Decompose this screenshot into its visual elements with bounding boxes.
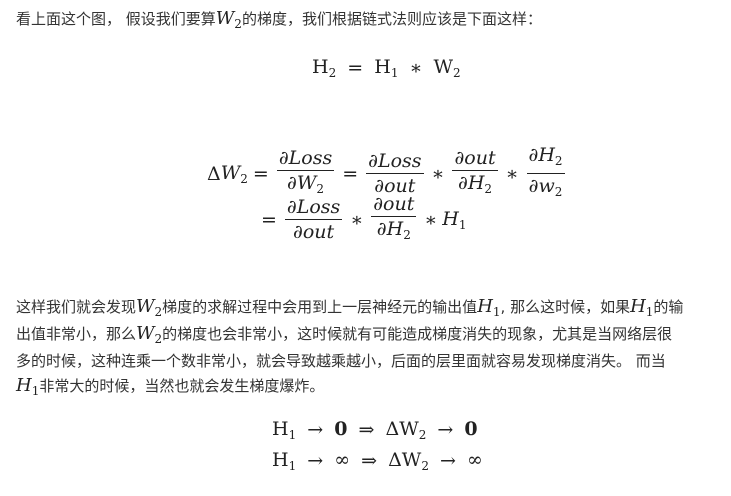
equation-h2: H2 = H1 ∗ W2 xyxy=(312,56,461,80)
paragraph-line-3: 多的时候，这种连乘一个数非常小，就会导致越乘越小，后面的层里面就容易发现梯度消失… xyxy=(16,352,666,370)
equation-delta-w2-line2: = ∂Loss ∂out ∗ ∂out ∂H2 ∗ H1 xyxy=(256,192,467,247)
paragraph-line-4: H1非常大的时候，当然也就会发生梯度爆炸。 xyxy=(16,375,325,398)
equation-vanishing: H1 → 0 ⇒ ΔW2 → 0 xyxy=(272,418,478,442)
paragraph-line-2: 出值非常小，那么W2的梯度也会非常小，这时候就有可能造成梯度消失的现象，尤其是当… xyxy=(16,323,673,346)
fraction-h2-w2: ∂H2 ∂w2 xyxy=(526,144,565,199)
equation-exploding: H1 → ∞ ⇒ ΔW2 → ∞ xyxy=(272,449,483,473)
fraction-out-h2-2: ∂out ∂H2 xyxy=(371,193,417,242)
intro-var: W2 xyxy=(215,8,242,31)
paragraph-line-1: 这样我们就会发现W2梯度的求解过程中会用到上一层神经元的输出值H1, 那么这时候… xyxy=(16,296,684,319)
intro-line: 看上面这个图， 假设我们要算W2的梯度，我们根据链式法则应该是下面这样： xyxy=(16,8,542,31)
intro-prefix: 看上面这个图， 假设我们要算 xyxy=(16,10,216,28)
fraction-loss-out: ∂Loss ∂out xyxy=(366,150,424,197)
fraction-loss-out-2: ∂Loss ∂out xyxy=(284,196,343,243)
intro-suffix: 的梯度，我们根据链式法则应该是下面这样： xyxy=(241,10,542,28)
